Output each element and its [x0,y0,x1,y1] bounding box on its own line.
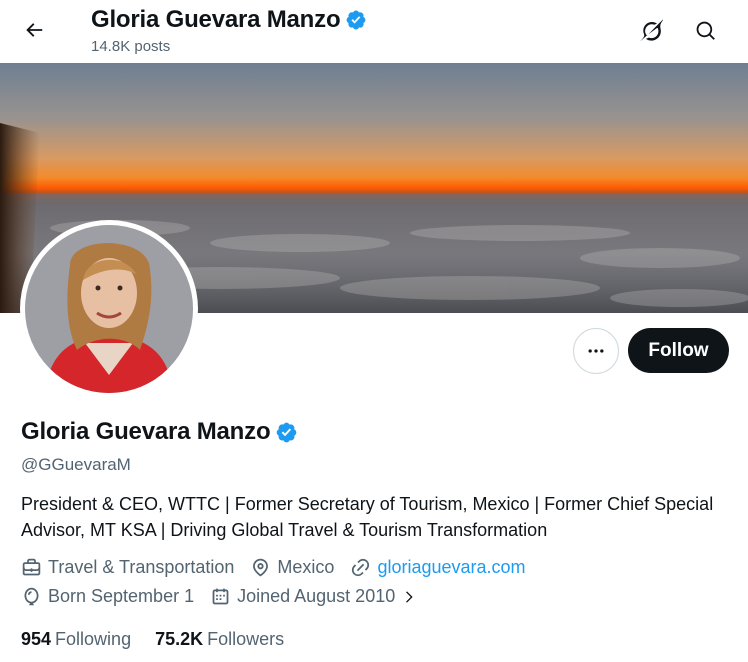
birthday-text: Born September 1 [48,586,195,606]
category-item: Travel & Transportation [21,557,234,578]
joined-text: Joined August 2010 [237,586,396,606]
profile-name: Gloria Guevara Manzo [21,418,271,445]
location-text: Mexico [277,557,335,577]
search-button[interactable] [687,12,725,50]
followers-stat[interactable]: 75.2K Followers [155,629,284,650]
calendar-icon [212,588,229,605]
verified-badge-icon[interactable] [275,421,298,444]
website-item: gloriaguevara.com [350,557,526,578]
location-pin-icon [253,558,269,577]
website-link[interactable]: gloriaguevara.com [377,557,525,578]
profile-handle: @GGuevaraM [21,455,131,474]
following-stat[interactable]: 954 Following [21,629,131,650]
verified-badge-icon[interactable] [345,9,367,31]
follow-button[interactable]: Follow [628,328,729,373]
profile-meta-row: Born September 1 Joined August 2010 [21,586,439,607]
briefcase-icon [22,558,41,576]
back-button[interactable] [16,12,52,48]
more-icon [588,349,604,353]
header-title-block: Gloria Guevara Manzo 14.8K posts [91,6,367,55]
joined-item[interactable]: Joined August 2010 [210,586,423,607]
profile-bio: President & CEO, WTTC | Former Secretary… [21,494,714,540]
birthday-item: Born September 1 [21,586,194,607]
back-arrow-icon [26,23,43,37]
followers-label: Followers [207,629,285,649]
location-item: Mexico [250,557,334,578]
following-label: Following [55,629,132,649]
grok-icon [640,19,663,42]
follow-stats: 954 Following 75.2K Followers [21,629,308,650]
more-options-button[interactable] [573,328,619,374]
link-icon [352,558,370,577]
header-name: Gloria Guevara Manzo [91,6,341,33]
post-count: 14.8K posts [91,38,171,55]
chevron-right-icon [406,590,413,603]
followers-count: 75.2K [155,629,204,649]
avatar[interactable] [20,220,198,398]
grok-button[interactable] [632,12,670,50]
top-bar: Gloria Guevara Manzo 14.8K posts [0,0,748,63]
following-count: 954 [21,629,52,649]
balloon-icon [24,587,39,606]
category-text: Travel & Transportation [48,557,235,577]
profile-name-row: Gloria Guevara Manzo [21,418,298,446]
profile-meta-row: Travel & Transportation Mexico gloriague… [21,557,542,578]
search-icon [696,21,715,40]
